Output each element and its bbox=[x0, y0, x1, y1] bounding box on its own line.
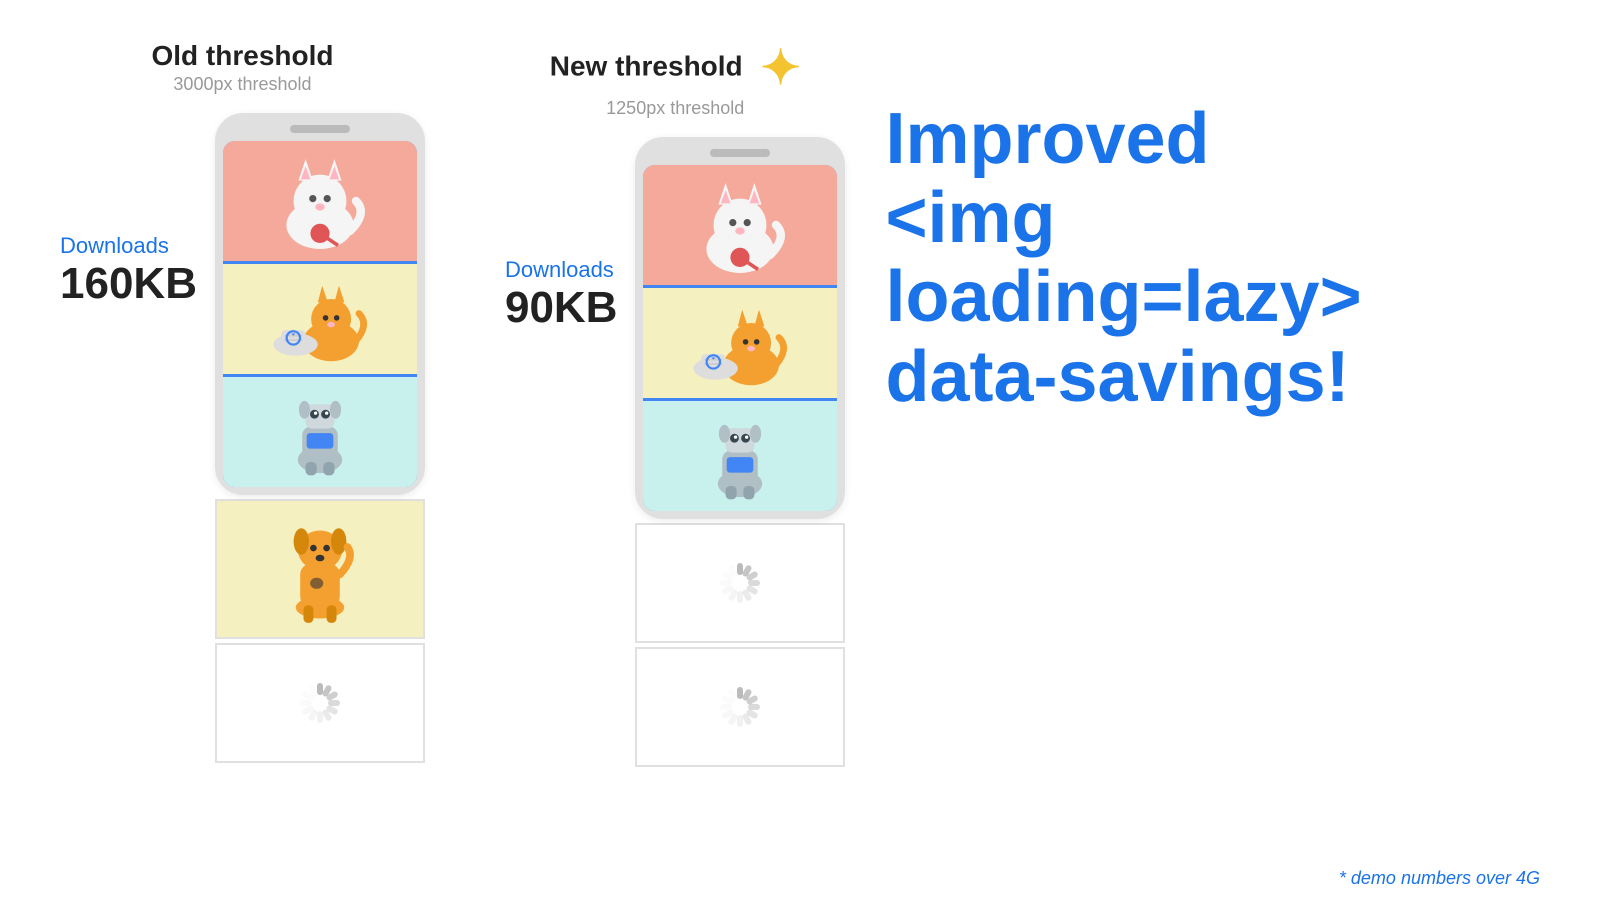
new-phone-with-label: Downloads 90KB bbox=[505, 137, 846, 767]
old-downloads-text: Downloads bbox=[60, 233, 197, 259]
old-threshold-title: Old threshold bbox=[151, 40, 333, 72]
old-downloads-size: 160KB bbox=[60, 259, 197, 309]
old-loading-spinner-icon bbox=[296, 679, 344, 727]
old-phone-column bbox=[215, 113, 425, 763]
page-wrapper: Old threshold 3000px threshold Downloads… bbox=[0, 0, 1600, 919]
new-loading-image-2 bbox=[635, 647, 845, 767]
new-phone-frame bbox=[635, 137, 845, 519]
old-cat2-image bbox=[223, 264, 417, 374]
demo-note: * demo numbers over 4G bbox=[1339, 868, 1540, 889]
new-threshold-column: New threshold ✦ 1250px threshold Downloa… bbox=[505, 40, 846, 767]
new-phone-notch bbox=[710, 149, 770, 157]
old-phone-with-label: Downloads 160KB bbox=[60, 113, 425, 763]
old-phone-screen bbox=[223, 141, 417, 487]
old-dog-yellow-image bbox=[215, 499, 425, 639]
headline-line1: Improved bbox=[885, 100, 1540, 179]
old-phone-notch bbox=[290, 125, 350, 133]
new-threshold-header: New threshold ✦ 1250px threshold bbox=[550, 40, 801, 119]
new-downloads-size: 90KB bbox=[505, 283, 618, 333]
new-dog-blue-image bbox=[643, 401, 837, 511]
dog-yellow-illustration bbox=[265, 504, 375, 634]
new-loading-spinner-icon-1 bbox=[716, 559, 764, 607]
new-downloads-text: Downloads bbox=[505, 257, 618, 283]
new-threshold-title: New threshold ✦ bbox=[550, 40, 801, 96]
headline-line2: <img loading=lazy> bbox=[885, 179, 1540, 337]
new-loading-spinner-icon-2 bbox=[716, 683, 764, 731]
headline-line3: data-savings! bbox=[885, 338, 1540, 417]
old-loading-image bbox=[215, 643, 425, 763]
dog-blue-illustration bbox=[260, 382, 380, 482]
old-phone-frame bbox=[215, 113, 425, 495]
new-cat-illustration bbox=[680, 170, 800, 280]
new-cat2-illustration bbox=[680, 293, 800, 393]
sparkle-icon: ✦ bbox=[760, 40, 800, 96]
new-cat2-image bbox=[643, 288, 837, 398]
new-phone-screen bbox=[643, 165, 837, 511]
old-threshold-subtitle: 3000px threshold bbox=[151, 74, 333, 95]
new-cat-image bbox=[643, 165, 837, 285]
old-dog-blue-image bbox=[223, 377, 417, 487]
headline-text: Improved <img loading=lazy> data-savings… bbox=[885, 100, 1540, 417]
old-below-phone bbox=[215, 499, 425, 763]
old-cat-image bbox=[223, 141, 417, 261]
new-threshold-subtitle: 1250px threshold bbox=[550, 98, 801, 119]
headline-section: Improved <img loading=lazy> data-savings… bbox=[845, 40, 1540, 417]
new-phone-column bbox=[635, 137, 845, 767]
new-below-phone bbox=[635, 523, 845, 767]
new-dog-blue-illustration bbox=[680, 406, 800, 506]
threshold-row: Old threshold 3000px threshold Downloads… bbox=[60, 40, 845, 767]
old-downloads-label: Downloads 160KB bbox=[60, 233, 197, 309]
cat-illustration bbox=[260, 146, 380, 256]
old-threshold-column: Old threshold 3000px threshold Downloads… bbox=[60, 40, 425, 763]
new-downloads-label: Downloads 90KB bbox=[505, 257, 618, 333]
old-threshold-header: Old threshold 3000px threshold bbox=[151, 40, 333, 95]
new-loading-image-1 bbox=[635, 523, 845, 643]
cat2-illustration bbox=[260, 269, 380, 369]
